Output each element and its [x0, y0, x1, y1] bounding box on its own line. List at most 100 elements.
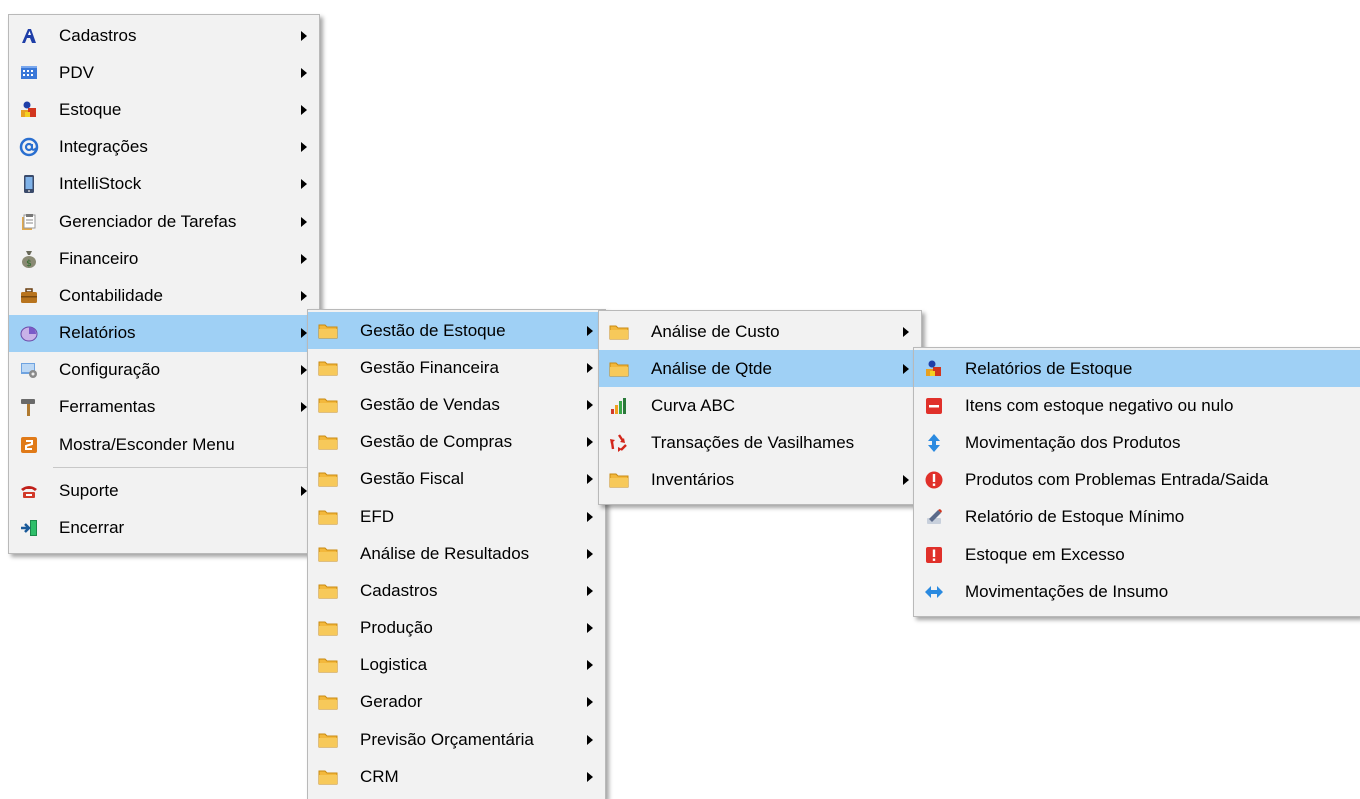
submenu-item-relatorio-estoque-minimo[interactable]: Relatório de Estoque Mínimo: [914, 499, 1360, 536]
menu-item-label: Financeiro: [59, 248, 139, 268]
stock-icon: [924, 359, 944, 379]
submenu-item-curva-abc[interactable]: Curva ABC: [599, 387, 921, 424]
submenu-arrow-icon: [301, 30, 307, 41]
stock-management-submenu: Análise de Custo Análise de Qtde Curva A…: [598, 310, 922, 505]
submenu-item-label: Itens com estoque negativo ou nulo: [965, 395, 1234, 415]
submenu-item-label: Estoque em Excesso: [965, 544, 1125, 564]
menu-item-label: Encerrar: [59, 518, 125, 538]
menu-item-ferramentas[interactable]: Ferramentas: [9, 389, 319, 426]
menu-item-label: Integrações: [59, 137, 148, 157]
menu-item-label: Configuração: [59, 360, 161, 380]
submenu-item-label: Inventários: [651, 470, 735, 490]
submenu-item-label: Previsão Orçamentária: [360, 729, 534, 749]
menu-item-financeiro[interactable]: $ Financeiro: [9, 240, 319, 277]
menu-item-label: Mostra/Esconder Menu: [59, 434, 235, 454]
menu-item-pdv[interactable]: PDV: [9, 54, 319, 91]
menu-item-relatorios[interactable]: Relatórios: [9, 314, 319, 352]
menu-item-label: Suporte: [59, 480, 119, 500]
submenu-item-crm[interactable]: CRM: [308, 758, 605, 795]
submenu-arrow-icon: [587, 325, 593, 336]
submenu-item-movimentacoes-de-insumo[interactable]: Movimentações de Insumo: [914, 573, 1360, 610]
folder-icon: [318, 507, 338, 527]
submenu-item-gestao-de-vendas[interactable]: Gestão de Vendas: [308, 386, 605, 423]
menu-item-label: Gerenciador de Tarefas: [59, 211, 237, 231]
submenu-item-label: Produtos com Problemas Entrada/Saida: [965, 470, 1269, 490]
submenu-item-transacoes-de-vasilhames[interactable]: Transações de Vasilhames: [599, 425, 921, 462]
clipboard-icon: [19, 212, 39, 232]
submenu-arrow-icon: [587, 660, 593, 671]
submenu-arrow-icon: [301, 290, 307, 301]
submenu-item-gestao-fiscal[interactable]: Gestão Fiscal: [308, 461, 605, 498]
submenu-item-analise-de-qtde[interactable]: Análise de Qtde: [599, 350, 921, 388]
folder-icon: [318, 618, 338, 638]
menu-item-suporte[interactable]: Suporte: [9, 472, 319, 509]
cadastros-icon: [19, 26, 39, 46]
folder-icon: [318, 692, 338, 712]
submenu-item-analise-de-custo[interactable]: Análise de Custo: [599, 313, 921, 350]
submenu-item-inventarios[interactable]: Inventários: [599, 462, 921, 499]
menu-item-configuracao[interactable]: Configuração: [9, 352, 319, 389]
menu-item-label: Cadastros: [59, 25, 137, 45]
submenu-item-label: Gestão de Estoque: [360, 320, 506, 340]
submenu-item-relatorios-de-estoque[interactable]: Relatórios de Estoque: [914, 350, 1360, 388]
briefcase-icon: [19, 286, 39, 306]
submenu-arrow-icon: [301, 142, 307, 153]
svg-text:$: $: [26, 259, 32, 269]
settings-icon: [19, 360, 39, 380]
reports-icon: [19, 323, 39, 343]
pen-tool-icon: [924, 507, 944, 527]
menu-item-label: Ferramentas: [59, 397, 156, 417]
submenu-item-cadastros[interactable]: Cadastros: [308, 572, 605, 609]
submenu-item-efd[interactable]: EFD: [308, 498, 605, 535]
menu-item-contabilidade[interactable]: Contabilidade: [9, 277, 319, 314]
menu-item-cadastros[interactable]: Cadastros: [9, 17, 319, 54]
menu-item-estoque[interactable]: Estoque: [9, 91, 319, 128]
submenu-item-label: EFD: [360, 506, 394, 526]
submenu-arrow-icon: [587, 585, 593, 596]
menu-item-gerenciador-de-tarefas[interactable]: Gerenciador de Tarefas: [9, 203, 319, 240]
folder-icon: [318, 655, 338, 675]
submenu-item-label: Relatório de Estoque Mínimo: [965, 507, 1185, 527]
folder-icon: [318, 767, 338, 787]
menu-item-intellistock[interactable]: IntelliStock: [9, 166, 319, 203]
submenu-item-label: Gestão de Compras: [360, 432, 513, 452]
folder-icon: [318, 730, 338, 750]
telephone-icon: [19, 481, 39, 501]
folder-icon: [318, 469, 338, 489]
submenu-arrow-icon: [903, 363, 909, 374]
submenu-item-gestao-de-compras[interactable]: Gestão de Compras: [308, 424, 605, 461]
folder-icon: [318, 544, 338, 564]
submenu-arrow-icon: [587, 548, 593, 559]
stock-icon: [19, 100, 39, 120]
submenu-arrow-icon: [587, 734, 593, 745]
submenu-arrow-icon: [587, 437, 593, 448]
main-menu: Cadastros PDV Estoque Integrações Intell…: [8, 14, 320, 554]
submenu-item-itens-estoque-negativo[interactable]: Itens com estoque negativo ou nulo: [914, 387, 1360, 424]
submenu-item-movimentacao-dos-produtos[interactable]: Movimentação dos Produtos: [914, 424, 1360, 461]
menu-item-mostra-esconder-menu[interactable]: Mostra/Esconder Menu: [9, 426, 319, 463]
submenu-item-producao[interactable]: Produção: [308, 610, 605, 647]
submenu-arrow-icon: [301, 104, 307, 115]
submenu-item-gestao-de-estoque[interactable]: Gestão de Estoque: [308, 312, 605, 350]
quantity-analysis-submenu: Relatórios de Estoque Itens com estoque …: [913, 347, 1360, 617]
submenu-item-previsao-orcamentaria[interactable]: Previsão Orçamentária: [308, 721, 605, 758]
submenu-item-label: Gestão Financeira: [360, 357, 499, 377]
exit-icon: [19, 518, 39, 538]
submenu-item-label: Análise de Qtde: [651, 358, 772, 378]
menu-item-label: IntelliStock: [59, 174, 142, 194]
submenu-item-produtos-com-problemas[interactable]: Produtos com Problemas Entrada/Saida: [914, 462, 1360, 499]
submenu-item-gestao-financeira[interactable]: Gestão Financeira: [308, 349, 605, 386]
submenu-item-label: Cadastros: [360, 580, 438, 600]
submenu-arrow-icon: [587, 362, 593, 373]
menu-item-integracoes[interactable]: Integrações: [9, 129, 319, 166]
submenu-arrow-icon: [587, 697, 593, 708]
alert-circle-icon: [924, 470, 944, 490]
submenu-item-gerador[interactable]: Gerador: [308, 684, 605, 721]
menu-item-encerrar[interactable]: Encerrar: [9, 509, 319, 546]
submenu-item-analise-de-resultados[interactable]: Análise de Resultados: [308, 535, 605, 572]
submenu-item-estoque-em-excesso[interactable]: Estoque em Excesso: [914, 536, 1360, 573]
folder-icon: [609, 322, 629, 342]
folder-icon: [609, 470, 629, 490]
cash-register-icon: [19, 63, 39, 83]
submenu-item-logistica[interactable]: Logistica: [308, 647, 605, 684]
